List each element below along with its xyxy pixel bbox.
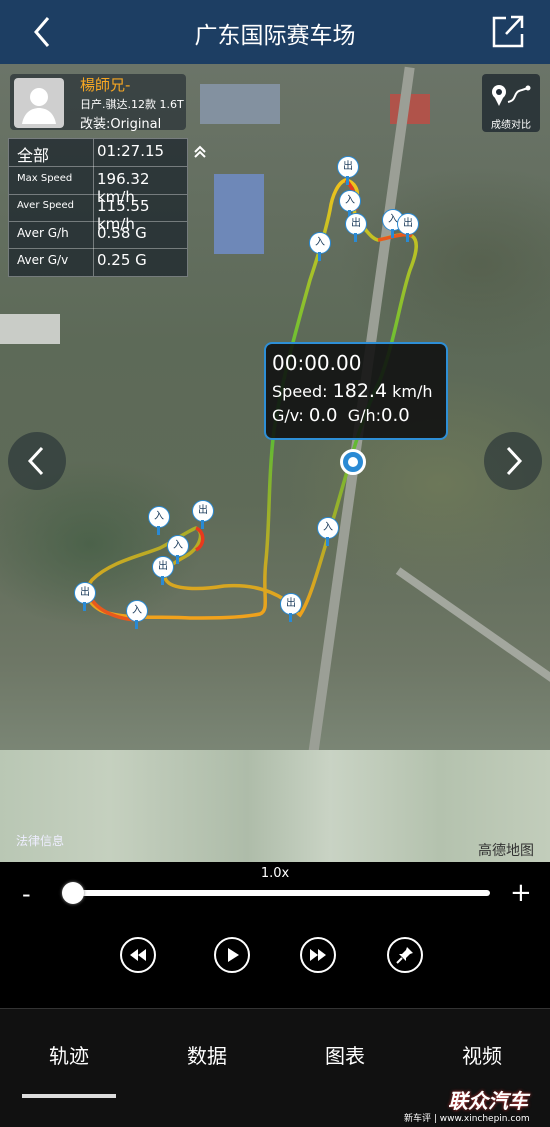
rewind-icon — [130, 949, 146, 961]
stat-value: 0.25 G — [97, 251, 147, 269]
user-icon — [22, 88, 56, 124]
lap-stats-table: 全部 01:27.15 Max Speed 196.32 km/h Aver S… — [8, 138, 188, 277]
sector-exit-pin[interactable]: 出 — [280, 593, 302, 623]
double-chevron-up-icon — [194, 145, 206, 158]
chevron-right-icon — [506, 446, 523, 476]
driver-name: 楊師兄- — [80, 76, 131, 94]
stat-label: 全部 — [17, 146, 50, 165]
watermark-logo: 联众汽车 — [448, 1089, 528, 1113]
compare-results-label: 成绩对比 — [491, 120, 531, 131]
speed-up-button[interactable]: + — [510, 878, 532, 908]
stat-label: Aver G/h — [17, 226, 69, 240]
map-legal-link[interactable]: 法律信息 — [16, 832, 64, 849]
sector-enter-pin[interactable]: 入 — [126, 600, 148, 630]
stat-row-aver-gh: Aver G/h 0.58 G — [9, 221, 187, 249]
tab-video[interactable]: 视频 — [432, 1040, 532, 1069]
previous-lap-button[interactable] — [8, 432, 66, 490]
sector-exit-pin[interactable]: 出 — [345, 213, 367, 243]
tab-data[interactable]: 数据 — [157, 1040, 257, 1069]
playback-speed-label: 1.0x — [260, 866, 290, 881]
fast-forward-button[interactable] — [300, 937, 336, 973]
next-lap-button[interactable] — [484, 432, 542, 490]
sector-exit-pin[interactable]: 出 — [152, 556, 174, 586]
stat-row-aver-speed: Aver Speed 115.55 km/h — [9, 194, 187, 233]
pushpin-icon — [396, 947, 413, 964]
playback-progress-thumb[interactable] — [61, 882, 84, 904]
popup-g-forces: G/v: 0.0 G/h:0.0 — [272, 405, 410, 426]
stat-label: Max Speed — [17, 173, 73, 184]
fast-forward-icon — [310, 949, 326, 961]
pin-button[interactable] — [387, 937, 423, 973]
driver-car-model: 日产.骐达.12款 1.6T — [80, 98, 184, 111]
popup-speed-value: 182.4 — [332, 380, 388, 402]
stat-row-lap: 全部 01:27.15 — [9, 139, 187, 167]
playback-controls — [0, 862, 550, 1008]
sector-exit-pin[interactable]: 出 — [397, 213, 419, 243]
sector-enter-pin[interactable]: 入 — [317, 517, 339, 547]
map-provider-logo: 高德地图 — [478, 843, 534, 859]
watermark-text: 新车评 | www.xinchepin.com — [404, 1114, 530, 1124]
rewind-button[interactable] — [120, 937, 156, 973]
avatar[interactable] — [14, 78, 64, 128]
play-icon — [228, 948, 239, 962]
stat-label: Aver G/v — [17, 253, 69, 267]
route-compare-icon — [492, 85, 531, 106]
driver-modification: 改装:Original — [80, 117, 162, 132]
sector-exit-pin[interactable]: 出 — [192, 500, 214, 530]
sector-enter-pin[interactable]: 入 — [309, 232, 331, 262]
sector-exit-pin[interactable]: 出 — [74, 582, 96, 612]
stat-row-aver-gv: Aver G/v 0.25 G — [9, 248, 187, 275]
tab-track[interactable]: 轨迹 — [19, 1040, 119, 1069]
popup-speed: Speed: 182.4 km/h — [272, 380, 433, 402]
chevron-left-icon — [27, 446, 44, 476]
active-tab-indicator — [22, 1094, 116, 1098]
slow-down-button[interactable]: - — [22, 880, 31, 908]
tab-charts[interactable]: 图表 — [295, 1040, 395, 1069]
car-position-marker[interactable] — [340, 449, 366, 475]
stat-value: 0.58 G — [97, 224, 147, 242]
stat-value: 01:27.15 — [97, 142, 165, 160]
play-button[interactable] — [214, 937, 250, 973]
popup-time: 00:00.00 — [272, 351, 362, 375]
collapse-stats-button[interactable] — [192, 144, 208, 160]
playback-progress-track[interactable] — [64, 890, 490, 896]
stat-row-max-speed: Max Speed 196.32 km/h — [9, 167, 187, 206]
stat-label: Aver Speed — [17, 200, 74, 211]
sector-exit-pin[interactable]: 出 — [337, 156, 359, 186]
sector-enter-pin[interactable]: 入 — [148, 506, 170, 536]
